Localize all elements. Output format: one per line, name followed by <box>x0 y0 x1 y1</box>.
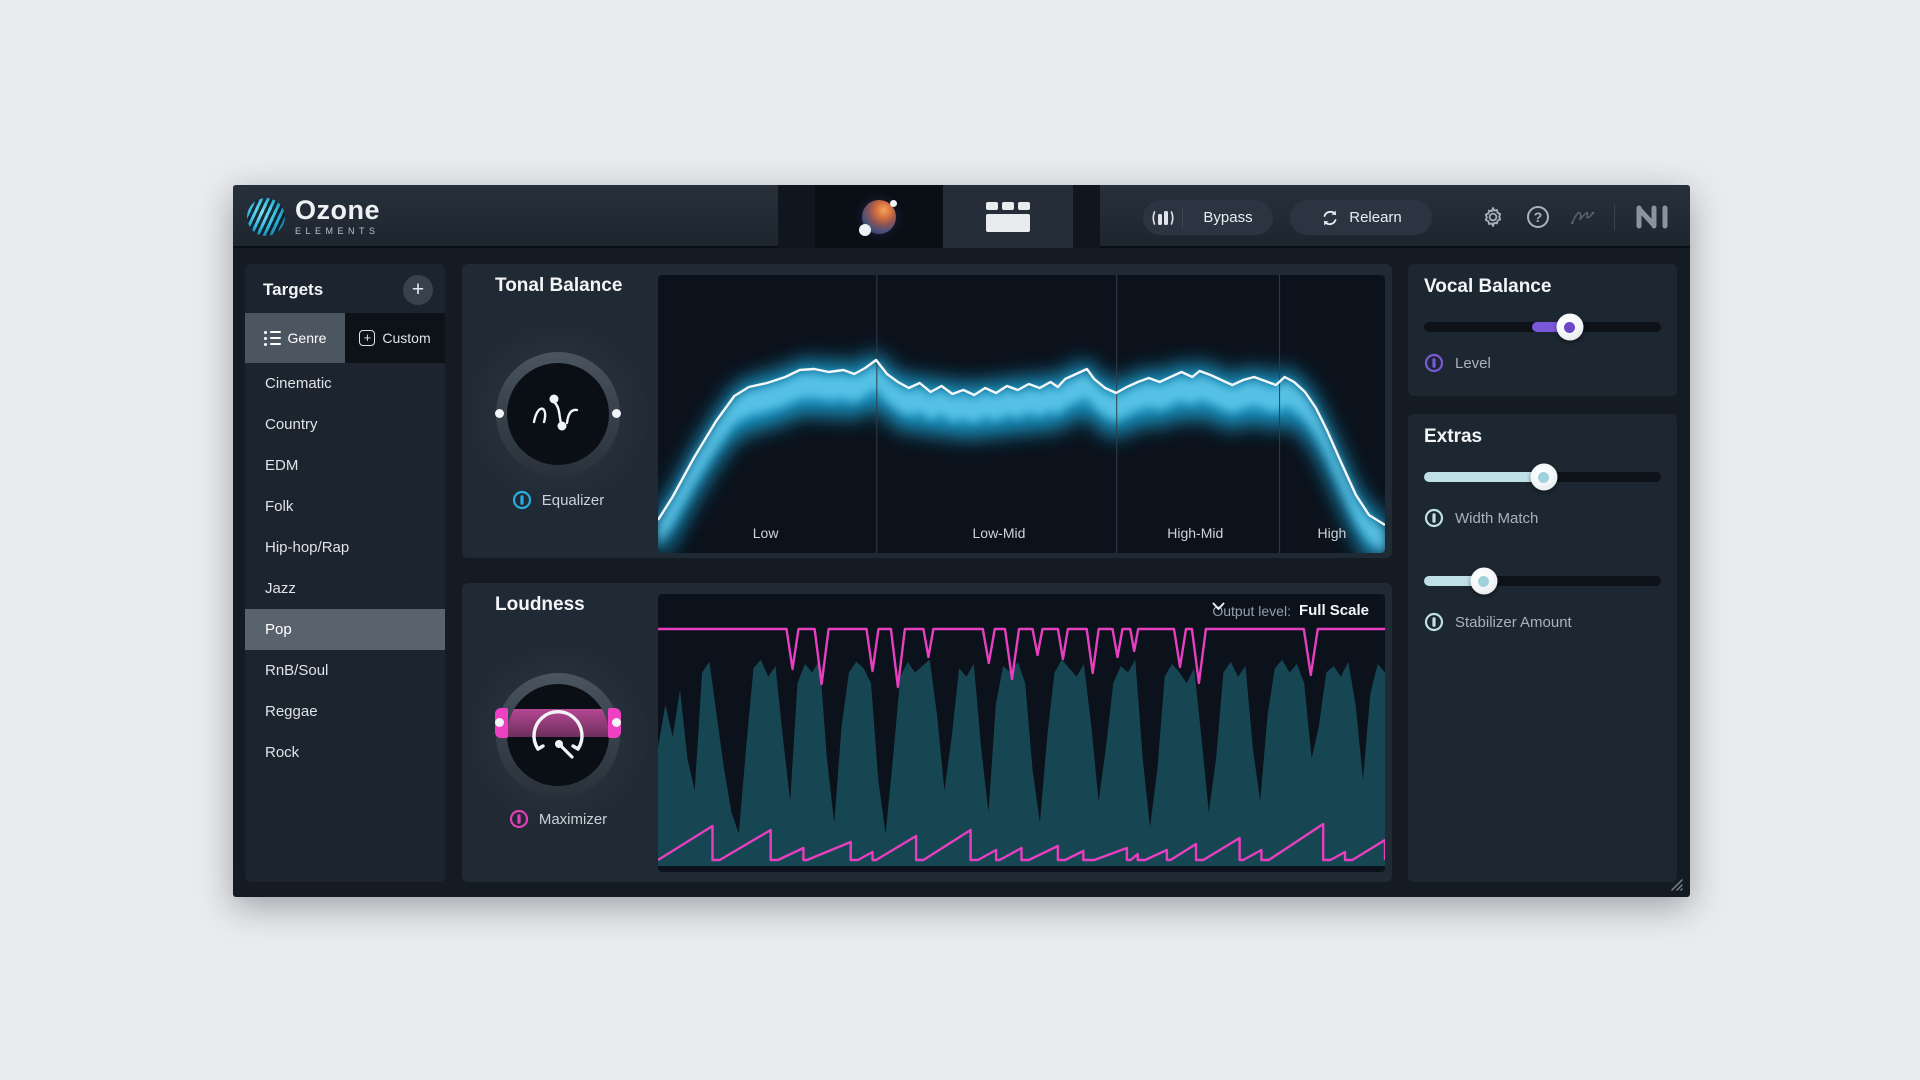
view-tabstrip <box>778 185 1100 248</box>
ozone-logo-icon <box>247 197 285 236</box>
signature-icon[interactable] <box>1569 203 1597 231</box>
genre-item[interactable]: Rock <box>245 732 445 773</box>
tab-assistant-view[interactable] <box>815 185 942 248</box>
genre-item[interactable]: Reggae <box>245 691 445 732</box>
slider-thumb[interactable] <box>1556 313 1584 341</box>
brand-logo: Ozone ELEMENTS <box>247 197 380 236</box>
assistant-sphere-icon <box>858 199 897 236</box>
modules-icon <box>986 201 1030 232</box>
targets-title: Targets <box>263 280 324 299</box>
output-level-value: Full Scale <box>1298 602 1369 619</box>
width-match-slider[interactable] <box>1424 463 1661 491</box>
genre-item[interactable]: EDM <box>245 445 445 486</box>
maximizer-knob[interactable] <box>462 639 654 831</box>
vocal-level-label: Level <box>1455 354 1491 372</box>
gain-match-meter-icon <box>1151 210 1174 225</box>
equalizer-curve-icon <box>532 394 579 431</box>
band-label: High-Mid <box>1167 525 1224 541</box>
stabilizer-power-toggle[interactable] <box>1424 612 1444 632</box>
loudness-display: Output level: Full Scale <box>658 594 1385 872</box>
ozone-plugin-window: Ozone ELEMENTS Bypass Relearn ? Targets … <box>233 185 1690 897</box>
relearn-button[interactable]: Relearn <box>1290 200 1432 235</box>
relearn-label: Relearn <box>1349 209 1402 226</box>
tonal-balance-title: Tonal Balance <box>495 275 623 296</box>
custom-plus-icon: + <box>359 330 376 346</box>
targets-panel: Targets + Genre + Custom Cinematic Countr… <box>245 264 445 882</box>
genre-list: Cinematic Country EDM Folk Hip-hop/Rap Jazz Po… <box>245 363 445 773</box>
equalizer-power-toggle[interactable] <box>512 490 532 510</box>
extras-panel: Extras Width Match Stabilizer Amount <box>1408 414 1677 882</box>
tab-custom-label: Custom <box>382 330 431 346</box>
band-label: Low-Mid <box>972 525 1026 541</box>
chevron-down-icon <box>1212 602 1225 610</box>
settings-gear-icon[interactable] <box>1479 203 1507 231</box>
maximizer-gauge-icon <box>532 710 584 759</box>
brand-name: Ozone <box>295 195 381 225</box>
vocal-level-power-toggle[interactable] <box>1424 353 1444 373</box>
bypass-button[interactable]: Bypass <box>1143 200 1273 235</box>
genre-item[interactable]: Folk <box>245 486 445 527</box>
add-target-button[interactable]: + <box>403 275 433 305</box>
relearn-refresh-icon <box>1323 210 1337 225</box>
topbar: Ozone ELEMENTS Bypass Relearn ? <box>233 185 1690 248</box>
stabilizer-amount-slider[interactable] <box>1424 567 1661 595</box>
genre-item[interactable]: Jazz <box>245 568 445 609</box>
genre-item[interactable]: Country <box>245 404 445 445</box>
maximizer-power-toggle[interactable] <box>509 809 529 829</box>
loudness-title: Loudness <box>495 594 585 615</box>
genre-list-icon <box>263 330 281 346</box>
tab-detailed-view[interactable] <box>942 185 1073 248</box>
resize-handle[interactable] <box>1668 876 1684 892</box>
slider-fill <box>1424 472 1548 482</box>
width-match-label: Width Match <box>1455 509 1539 527</box>
knob-marker-left <box>495 718 504 727</box>
slider-thumb[interactable] <box>1470 567 1498 595</box>
tonal-balance-display: Low Low-Mid High-Mid High <box>658 275 1385 553</box>
loudness-panel: Loudness Maximizer Output level: Full Sc… <box>462 583 1392 882</box>
genre-item[interactable]: Pop <box>245 609 445 650</box>
stabilizer-label: Stabilizer Amount <box>1455 613 1572 631</box>
knob-marker-left <box>495 409 504 418</box>
knob-marker-right <box>612 409 621 418</box>
genre-item[interactable]: RnB/Soul <box>245 650 445 691</box>
band-label: Low <box>752 525 779 541</box>
vocal-balance-panel: Vocal Balance Level <box>1408 264 1677 396</box>
brand-subtitle: ELEMENTS <box>295 226 380 236</box>
knob-marker-right <box>612 718 621 727</box>
ni-logo[interactable] <box>1632 203 1672 231</box>
equalizer-knob[interactable] <box>462 318 654 510</box>
loudness-chart <box>658 627 1385 866</box>
help-icon[interactable]: ? <box>1524 203 1552 231</box>
tonal-balance-panel: Tonal Balance Equalizer Low Low-Mid High… <box>462 264 1392 558</box>
equalizer-label: Equalizer <box>541 491 605 509</box>
topbar-divider <box>1614 203 1615 230</box>
tab-genre[interactable]: Genre <box>245 313 345 363</box>
tab-genre-label: Genre <box>287 330 327 346</box>
desktop: Ozone ELEMENTS Bypass Relearn ? Targets … <box>0 0 1920 1080</box>
genre-item[interactable]: Cinematic <box>245 363 445 404</box>
vocal-balance-title: Vocal Balance <box>1424 276 1552 297</box>
spectrum-chart <box>658 275 1385 553</box>
width-match-power-toggle[interactable] <box>1424 508 1444 528</box>
output-level-dropdown[interactable]: Output level: Full Scale <box>1212 602 1369 619</box>
genre-item[interactable]: Hip-hop/Rap <box>245 527 445 568</box>
band-label: High <box>1317 525 1347 541</box>
slider-thumb[interactable] <box>1530 463 1558 491</box>
bypass-label: Bypass <box>1203 209 1253 226</box>
tab-custom[interactable]: + Custom <box>345 313 445 363</box>
extras-title: Extras <box>1424 426 1483 447</box>
vocal-level-slider[interactable] <box>1424 313 1661 341</box>
maximizer-label: Maximizer <box>538 810 608 828</box>
